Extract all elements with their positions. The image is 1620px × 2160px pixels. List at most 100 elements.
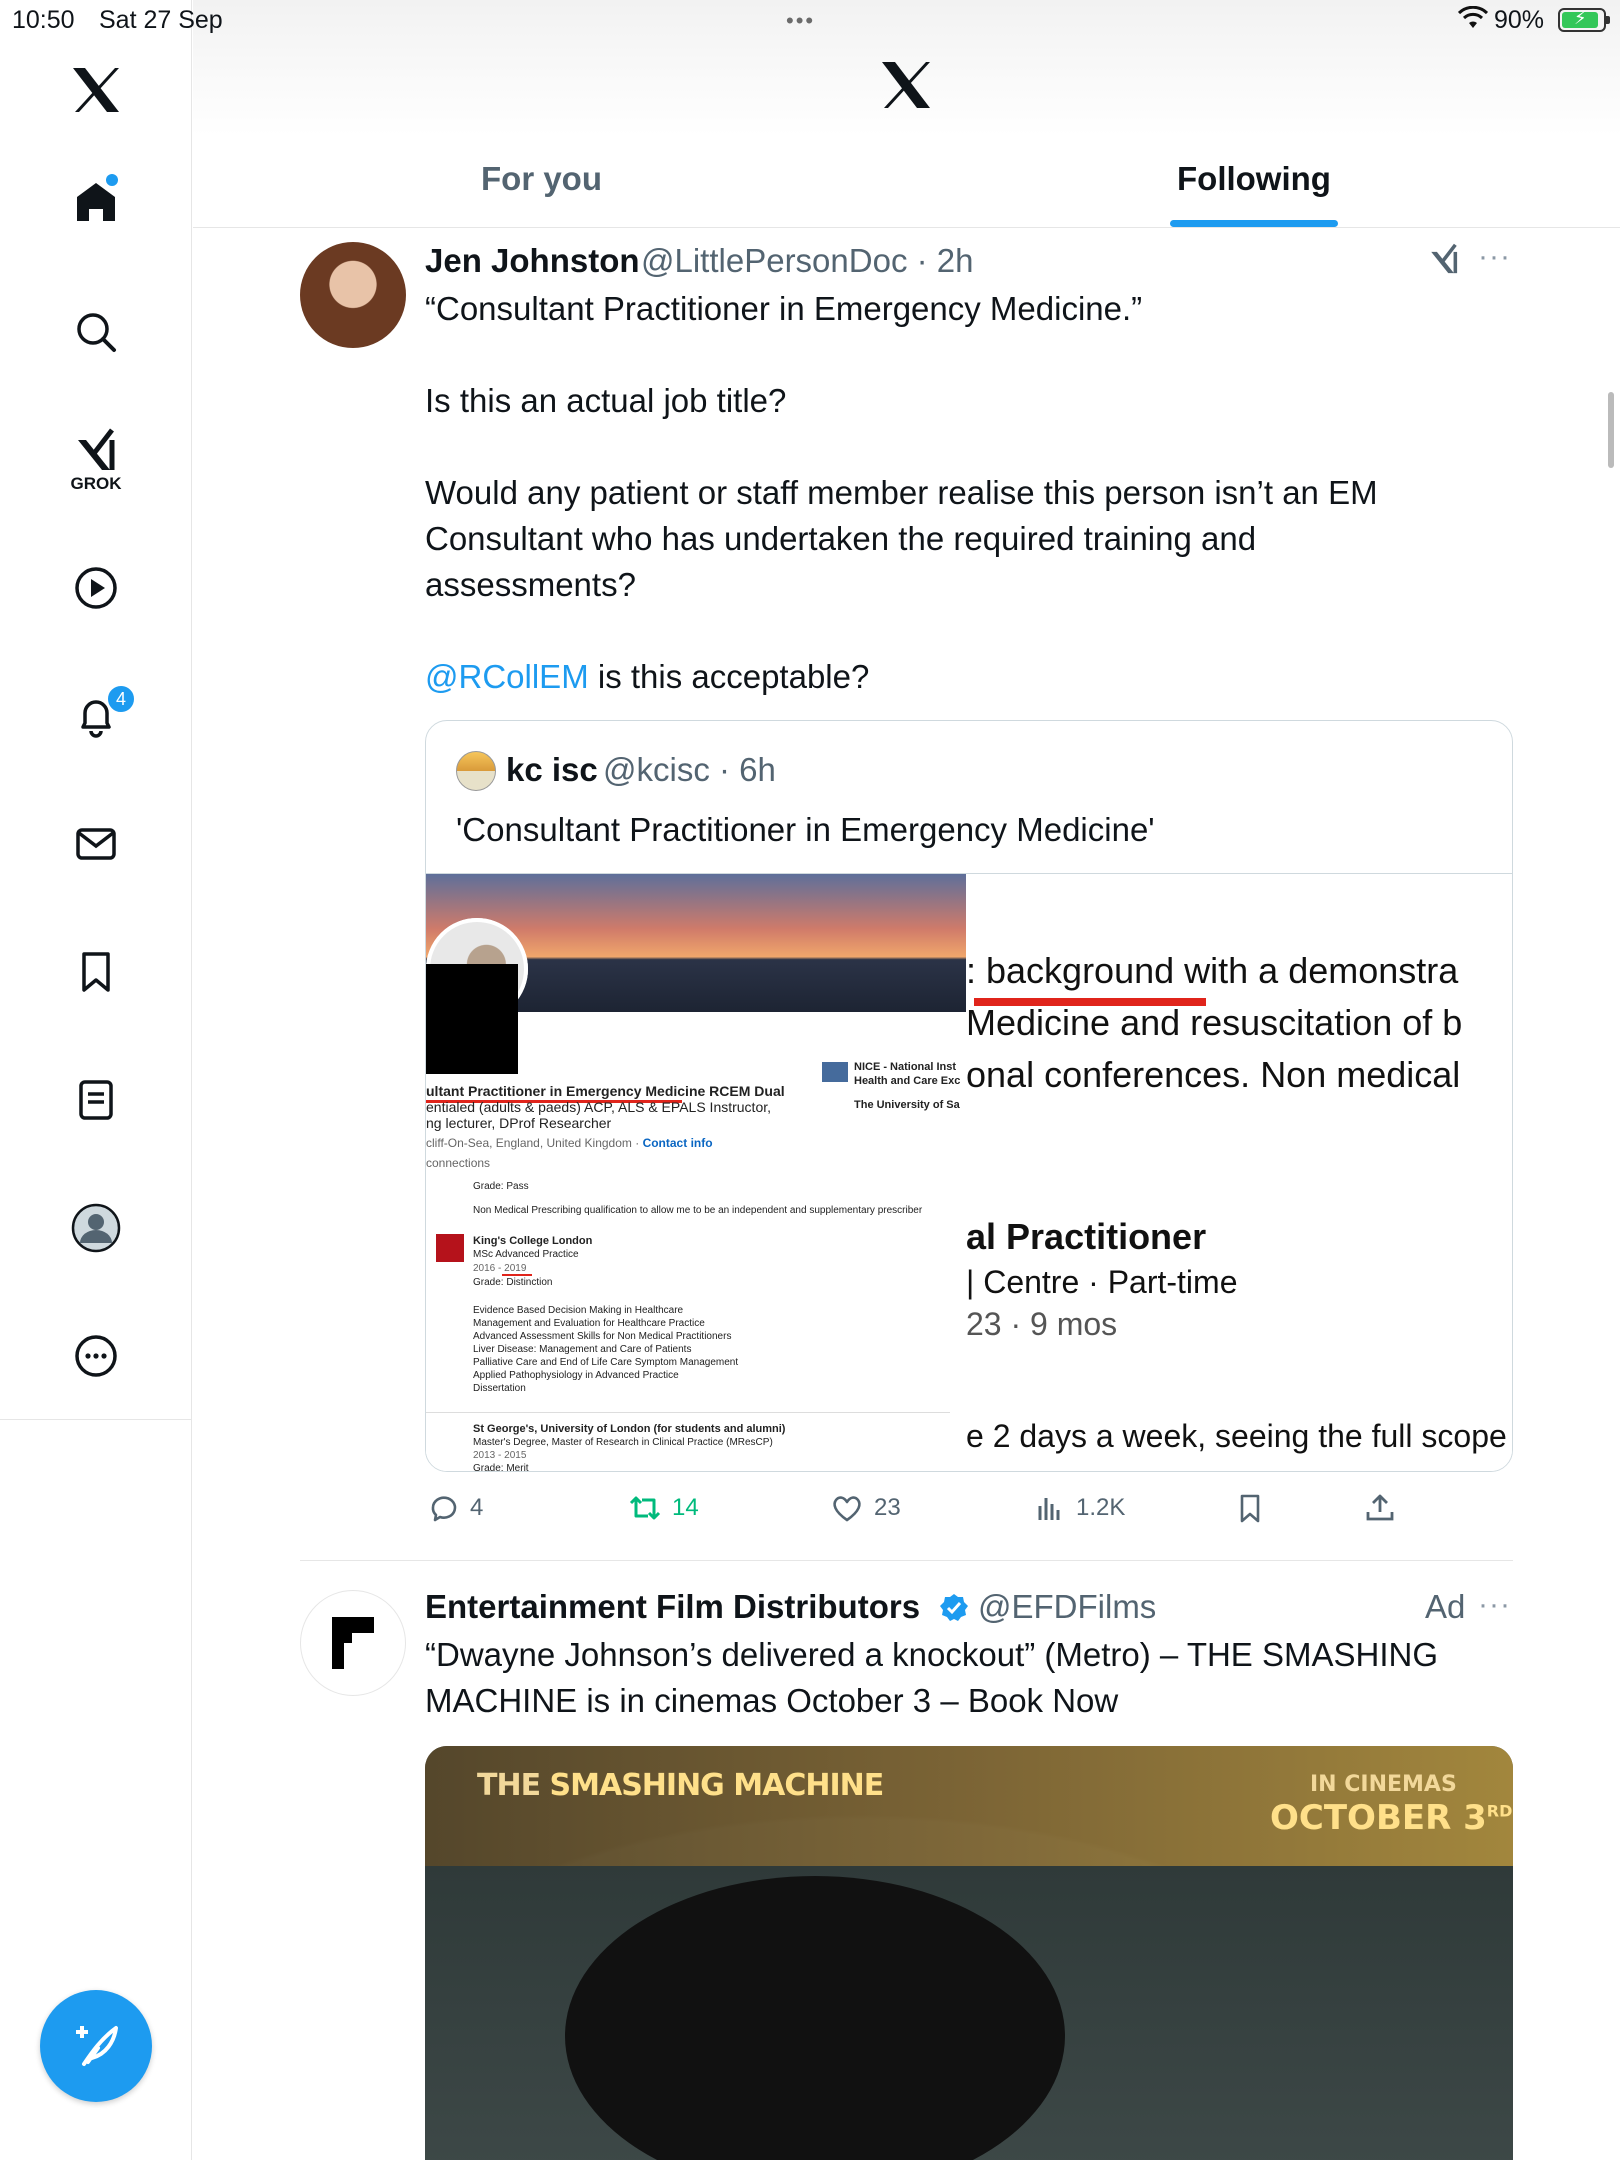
image-text-line: entialed (adults & paeds) ACP, ALS & EPA…	[426, 1099, 772, 1115]
status-bar: 10:50 Sat 27 Sep ••• 90% ⚡	[0, 0, 1620, 40]
quote-media[interactable]: ultant Practitioner in Emergency Medicin…	[426, 873, 1512, 1472]
image-text-line: King's College London	[473, 1235, 593, 1247]
kings-college-logo	[436, 1234, 464, 1262]
grok-explain-icon[interactable]	[1426, 242, 1462, 281]
quote-text: 'Consultant Practitioner in Emergency Me…	[456, 811, 1155, 848]
avatar[interactable]	[300, 242, 406, 348]
tweet-text-line: Is this an actual job title?	[425, 382, 787, 419]
like-button[interactable]: 23	[830, 1492, 901, 1524]
quote-author-name[interactable]: kc isc	[506, 751, 598, 789]
image-text-line: NICE - National Inst Health and Care Exc	[854, 1061, 961, 1087]
tweet-text: “Consultant Practitioner in Emergency Me…	[425, 286, 1378, 700]
image-text-line: onal conferences. Non medical	[966, 1054, 1461, 1095]
mail-icon[interactable]	[66, 814, 126, 874]
quote-image-right[interactable]: : background with a demonstra Medicine a…	[966, 874, 1512, 1471]
tweet-author-handle[interactable]: @EFDFilms	[978, 1588, 1156, 1626]
image-text-line: 23 · 9 mos	[966, 1306, 1118, 1342]
image-text-line: | Centre · Part-time	[966, 1264, 1238, 1300]
image-text-line: ng lecturer, DProf Researcher	[426, 1115, 612, 1131]
active-tab-indicator	[1170, 220, 1338, 227]
image-text-line: Grade: Pass	[473, 1181, 529, 1192]
image-text-line: 2013 - 2015	[473, 1450, 527, 1461]
quote-image-left[interactable]: ultant Practitioner in Emergency Medicin…	[426, 874, 966, 1472]
image-text-line: connections	[426, 1156, 491, 1170]
home-unread-dot	[106, 174, 118, 186]
repost-count: 14	[672, 1494, 699, 1521]
status-time: 10:50	[12, 6, 75, 34]
nice-logo	[822, 1062, 848, 1082]
tweet-author-name[interactable]: Jen Johnston	[425, 242, 640, 280]
share-button[interactable]	[1364, 1492, 1396, 1524]
image-text-line: : background with a demonstra	[966, 950, 1459, 991]
lists-icon[interactable]	[66, 1070, 126, 1130]
bookmark-icon	[1240, 1494, 1260, 1523]
efd-logo-icon	[332, 1617, 374, 1669]
image-text-line: al Practitioner	[966, 1216, 1207, 1257]
heart-icon	[833, 1496, 861, 1522]
reply-button[interactable]: 4	[428, 1492, 483, 1524]
views-button[interactable]: 1.2K	[1034, 1492, 1125, 1524]
x-logo-icon[interactable]	[66, 60, 126, 120]
tweet-text: “Dwayne Johnson’s delivered a knockout” …	[425, 1636, 1439, 1719]
grok-icon[interactable]	[66, 420, 126, 480]
x-logo-icon[interactable]	[880, 60, 932, 115]
mention-link[interactable]: @RCollEM	[425, 658, 589, 695]
views-icon	[1038, 1498, 1060, 1520]
share-icon	[1366, 1494, 1394, 1521]
search-icon[interactable]	[66, 302, 126, 362]
reply-count: 4	[470, 1494, 484, 1521]
ad-label: Ad	[1425, 1588, 1466, 1625]
tweet-more-icon[interactable]: ···	[1478, 1588, 1511, 1622]
battery-icon: ⚡	[1558, 8, 1610, 32]
image-text-line: Grade: Merit	[473, 1463, 529, 1472]
repost-button[interactable]: 14	[628, 1492, 699, 1524]
reply-icon	[431, 1496, 457, 1522]
status-date: Sat 27 Sep	[99, 6, 223, 34]
sidebar: GROK 4	[0, 0, 192, 1420]
image-text-line: cliff-On-Sea, England, United Kingdom · …	[426, 1136, 713, 1150]
tab-following[interactable]: Following	[1177, 160, 1331, 198]
image-text-line: Master's Degree, Master of Research in C…	[473, 1437, 773, 1448]
tweet-time: 2h	[936, 242, 974, 279]
tweet-text-line: “Consultant Practitioner in Emergency Me…	[425, 290, 1143, 327]
tweet-author-name[interactable]: Entertainment Film Distributors	[425, 1588, 920, 1626]
video-title: THE SMASHING MACHINE	[477, 1768, 884, 1803]
multitasking-dots-icon[interactable]: •••	[786, 8, 815, 34]
image-text-line: Grade: Distinction	[473, 1277, 553, 1288]
wifi-icon	[1457, 5, 1489, 35]
like-count: 23	[874, 1494, 901, 1521]
image-text-line: MSc Advanced Practice	[473, 1249, 579, 1260]
quote-avatar[interactable]	[456, 751, 496, 791]
compose-button[interactable]	[40, 1990, 152, 2102]
sidebar-border	[191, 1420, 192, 2160]
grok-label: GROK	[70, 474, 122, 493]
image-text-line: The University of Sa	[854, 1099, 960, 1111]
compose-icon	[76, 2026, 118, 2066]
tweet-more-icon[interactable]: ···	[1478, 240, 1511, 274]
bookmark-icon[interactable]	[66, 942, 126, 1002]
video-date-line: IN CINEMAS	[1310, 1772, 1457, 1797]
profile-icon[interactable]	[66, 1198, 126, 1258]
quote-time: 6h	[739, 751, 776, 788]
scrollbar[interactable]	[1608, 392, 1614, 468]
tweet-author-handle[interactable]: @LittlePersonDoc · 2h	[641, 242, 974, 280]
tweet-text-line: is this acceptable?	[588, 658, 870, 695]
view-count: 1.2K	[1076, 1494, 1126, 1521]
tweet-divider	[300, 1560, 1513, 1561]
quote-author-handle[interactable]: @kcisc · 6h	[603, 751, 776, 789]
battery-percent: 90%	[1494, 6, 1545, 34]
play-icon[interactable]	[66, 558, 126, 618]
image-text-line: St George's, University of London (for s…	[473, 1423, 786, 1435]
quoted-tweet[interactable]: kc isc @kcisc · 6h 'Consultant Practitio…	[425, 720, 1513, 1472]
tweet-text-line: Would any patient or staff member realis…	[425, 474, 1378, 603]
promoted-video[interactable]: THE SMASHING MACHINE IN CINEMAS OCTOBER …	[425, 1746, 1513, 2160]
image-text-line: Medicine and resuscitation of b	[966, 1002, 1463, 1043]
repost-icon	[629, 1496, 661, 1520]
image-text-line: Evidence Based Decision Making in Health…	[473, 1305, 739, 1394]
tab-for-you[interactable]: For you	[481, 160, 602, 198]
image-text-line: Non Medical Prescribing qualification to…	[473, 1205, 923, 1216]
bookmark-button[interactable]	[1234, 1492, 1266, 1524]
more-icon[interactable]	[66, 1326, 126, 1386]
redaction-box	[426, 964, 518, 1074]
avatar[interactable]	[300, 1590, 406, 1696]
